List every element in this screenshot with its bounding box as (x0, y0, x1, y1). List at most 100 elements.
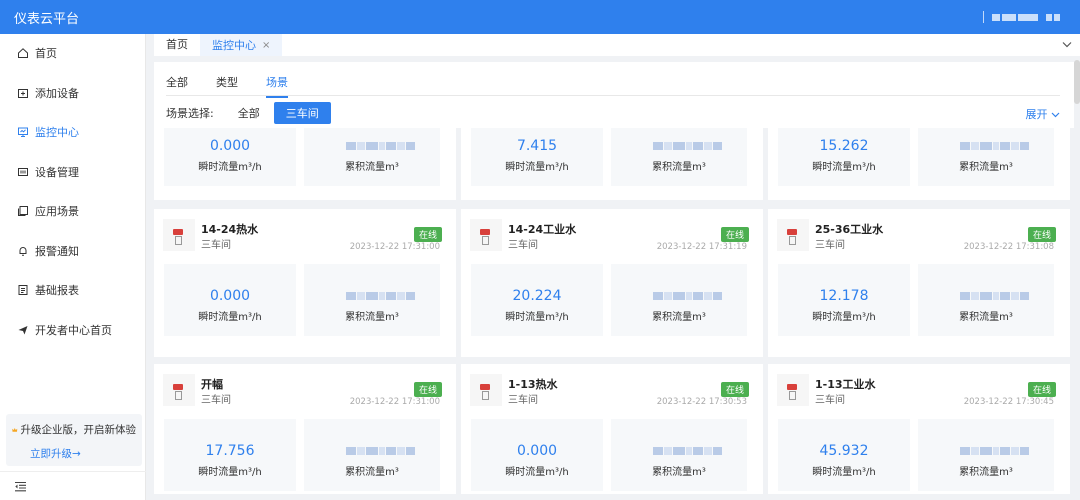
sidebar-item-label: 应用场景 (35, 205, 79, 218)
collapse-menu-icon (15, 481, 26, 491)
instant-flow-label: 瞬时流量m³/h (198, 162, 262, 173)
total-flow-value-blurred (653, 292, 722, 300)
instant-flow-box: 0.000 瞬时流量m³/h (164, 128, 296, 186)
sidebar-item-label: 设备管理 (35, 166, 79, 179)
scene-icon (17, 205, 29, 217)
device-card[interactable]: 1-13工业水 三车间 在线 2023-12-22 17:30:45 45.932 瞬时流… (768, 364, 1070, 494)
add-device-icon (17, 87, 29, 99)
device-card[interactable]: 7.415 瞬时流量m³/h 累积流量m³ (461, 128, 763, 200)
crown-icon (12, 427, 18, 432)
sidebar-item-report[interactable]: 基础报表 (0, 275, 146, 305)
device-card[interactable]: 15.262 瞬时流量m³/h 累积流量m³ (768, 128, 1070, 200)
instant-flow-value: 0.000 (209, 288, 251, 304)
sidebar-item-scene[interactable]: 应用场景 (0, 196, 146, 226)
total-flow-box: 累积流量m³ (611, 419, 747, 491)
chevron-down-icon[interactable] (1062, 38, 1072, 51)
scene-option-all[interactable]: 全部 (226, 102, 272, 124)
sidebar-item-label: 监控中心 (35, 126, 79, 139)
total-flow-value-blurred (346, 447, 415, 455)
update-time: 2023-12-22 17:31:00 (349, 242, 440, 252)
total-flow-value-blurred (653, 142, 722, 150)
sidebar-item-add-device[interactable]: 添加设备 (0, 78, 146, 108)
instant-flow-box: 17.756 瞬时流量m³/h (164, 419, 296, 491)
total-flow-value-blurred (960, 447, 1029, 455)
sidebar-item-alarm[interactable]: 报警通知 (0, 236, 146, 266)
card-header: 开幅三车间 在线 2023-12-22 17:31:00 (154, 364, 456, 414)
total-flow-label: 累积流量m³ (652, 312, 706, 323)
expand-button[interactable]: 展开 (1026, 106, 1061, 122)
instant-flow-label: 瞬时流量m³/h (505, 162, 569, 173)
status-badge: 在线 (413, 227, 442, 242)
user-area[interactable] (983, 0, 1060, 34)
instant-flow-box: 12.178 瞬时流量m³/h (778, 264, 910, 336)
total-flow-box: 累积流量m³ (918, 128, 1054, 186)
scene-option-workshop3[interactable]: 三车间 (273, 102, 331, 124)
sidebar-item-device-manage[interactable]: 设备管理 (0, 157, 146, 187)
update-time: 2023-12-22 17:30:53 (656, 397, 747, 407)
device-card[interactable]: 1-13热水 三车间 在线 2023-12-22 17:30:53 0.000 瞬时流量m… (461, 364, 763, 494)
bell-icon (17, 245, 29, 257)
device-name: 1-13工业水 (815, 378, 876, 391)
instant-flow-box: 20.224 瞬时流量m³/h (471, 264, 603, 336)
top-bar: 仪表云平台 (0, 0, 1080, 34)
device-name: 开幅 (201, 378, 223, 391)
instant-flow-label: 瞬时流量m³/h (505, 312, 569, 323)
card-header: 25-36工业水 三车间 在线 2023-12-22 17:31:08 (768, 209, 1070, 259)
update-time: 2023-12-22 17:31:00 (349, 397, 440, 407)
device-card[interactable]: 14-24热水 三车间 在线 2023-12-22 17:31:00 0.000 瞬时流量… (154, 209, 456, 357)
sidebar-item-developer[interactable]: 开发者中心首页 (0, 315, 146, 345)
scene-selector: 场景选择: 全部 三车间 (166, 102, 331, 124)
status-badge: 在线 (720, 227, 749, 242)
card-header: 1-13热水 三车间 在线 2023-12-22 17:30:53 (461, 364, 763, 414)
flow-meter-image (777, 219, 809, 251)
instant-flow-value: 7.415 (516, 138, 558, 154)
total-flow-box: 累积流量m³ (304, 419, 440, 491)
total-flow-box: 累积流量m³ (918, 419, 1054, 491)
chevron-down-icon (1051, 112, 1060, 118)
status-badge: 在线 (1027, 382, 1056, 397)
total-flow-value-blurred (653, 447, 722, 455)
monitor-icon (17, 126, 29, 138)
collapse-sidebar-button[interactable] (0, 471, 146, 500)
scrollbar[interactable] (1074, 60, 1080, 104)
device-location: 三车间 (201, 395, 231, 406)
device-location: 三车间 (815, 395, 845, 406)
device-card[interactable]: 开幅三车间 在线 2023-12-22 17:31:00 17.756 瞬时流量m³/h… (154, 364, 456, 494)
device-card[interactable]: 25-36工业水 三车间 在线 2023-12-22 17:31:08 12.178 瞬时… (768, 209, 1070, 357)
status-badge: 在线 (720, 382, 749, 397)
device-manage-icon (17, 166, 29, 178)
sidebar-item-label: 报警通知 (35, 245, 79, 258)
filter-panel: 全部 类型 场景 场景选择: 全部 三车间 展开 (154, 62, 1074, 128)
device-name: 25-36工业水 (815, 223, 884, 236)
instant-flow-value: 17.756 (205, 443, 255, 459)
tab-label: 监控中心 (212, 38, 256, 52)
update-time: 2023-12-22 17:30:45 (963, 397, 1054, 407)
flow-meter-image (470, 219, 502, 251)
total-flow-box: 累积流量m³ (304, 128, 440, 186)
sidebar-item-home[interactable]: 首页 (0, 38, 146, 68)
sidebar-item-monitor[interactable]: 监控中心 (0, 117, 146, 147)
user-name-blurred[interactable] (992, 13, 1060, 21)
instant-flow-label: 瞬时流量m³/h (198, 467, 262, 478)
close-tab-icon[interactable]: × (262, 35, 270, 56)
flow-meter-image (163, 219, 195, 251)
instant-flow-label: 瞬时流量m³/h (505, 467, 569, 478)
total-flow-value-blurred (960, 292, 1029, 300)
total-flow-value-blurred (346, 292, 415, 300)
flow-meter-image (777, 374, 809, 406)
device-card[interactable]: 14-24工业水 三车间 在线 2023-12-22 17:31:19 20.224 瞬时… (461, 209, 763, 357)
device-card[interactable]: 0.000 瞬时流量m³/h 累积流量m³ (154, 128, 456, 200)
upgrade-panel: 升级企业版，开启新体验 立即升级→ (6, 414, 142, 466)
device-name: 14-24热水 (201, 223, 259, 236)
flow-meter-image (163, 374, 195, 406)
update-time: 2023-12-22 17:31:08 (963, 242, 1054, 252)
upgrade-link[interactable]: 立即升级→ (30, 446, 136, 461)
device-name: 1-13热水 (508, 378, 558, 391)
tab-monitor[interactable]: 监控中心 × (200, 34, 283, 56)
device-name: 14-24工业水 (508, 223, 577, 236)
instant-flow-value: 0.000 (516, 443, 558, 459)
status-badge: 在线 (413, 382, 442, 397)
card-header: 14-24热水 三车间 在线 2023-12-22 17:31:00 (154, 209, 456, 259)
total-flow-label: 累积流量m³ (652, 162, 706, 173)
tab-home[interactable]: 首页 (154, 34, 200, 56)
